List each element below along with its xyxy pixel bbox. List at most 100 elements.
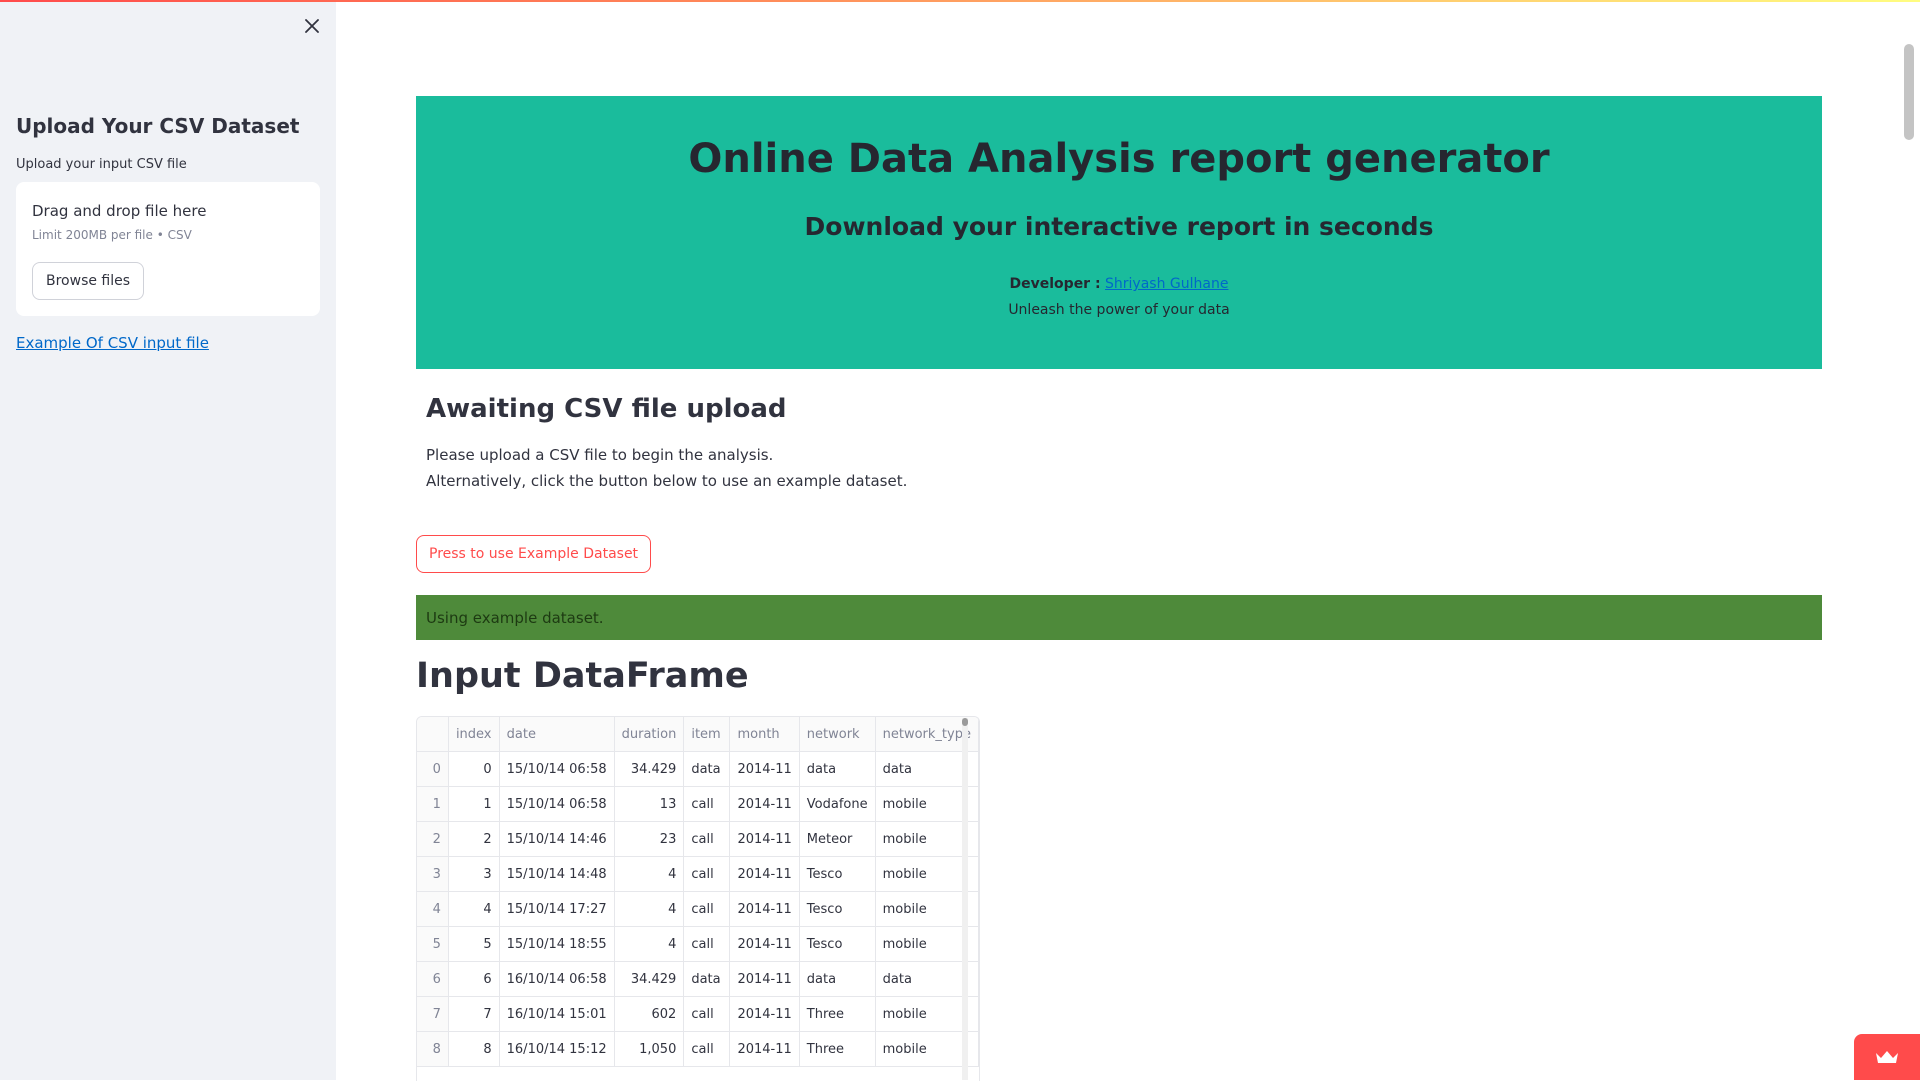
dataframe-heading: Input DataFrame xyxy=(416,656,749,696)
table-scrollbar-track[interactable] xyxy=(962,718,968,1080)
browse-files-button[interactable]: Browse files xyxy=(32,262,145,300)
cell-month[interactable]: 2014-11 xyxy=(729,926,800,962)
cell-rowindex[interactable]: 1 xyxy=(417,786,449,822)
cell-rowindex[interactable]: 2 xyxy=(417,821,449,857)
cell-item[interactable]: call xyxy=(683,891,731,927)
table-row[interactable]: 4 4 15/10/14 17:27 4 call 2014-11 Tesco mobile xyxy=(417,891,979,927)
cell-duration[interactable]: 602 xyxy=(614,996,685,1032)
awaiting-text-2: Alternatively, click the button below to… xyxy=(426,472,908,490)
cell-month[interactable]: 2014-11 xyxy=(729,891,800,927)
table-row[interactable]: 1 1 15/10/14 06:58 13 call 2014-11 Vodafone mob… xyxy=(417,786,979,822)
developer-line: Developer : Shriyash Gulhane xyxy=(416,276,1822,292)
table-row[interactable]: 3 3 15/10/14 14:48 4 call 2014-11 Tesco mobile xyxy=(417,856,979,892)
cell-index[interactable]: 3 xyxy=(448,856,500,892)
cell-month[interactable]: 2014-11 xyxy=(729,961,800,997)
sidebar: Upload Your CSV Dataset Upload your inpu… xyxy=(0,0,336,1080)
cell-month[interactable]: 2014-11 xyxy=(729,821,800,857)
cell-month[interactable]: 2014-11 xyxy=(729,751,800,787)
cell-duration[interactable]: 4 xyxy=(614,856,685,892)
column-header-item[interactable]: item xyxy=(683,717,731,752)
cell-rowindex[interactable]: 0 xyxy=(417,751,449,787)
cell-month[interactable]: 2014-11 xyxy=(729,1031,800,1067)
header-banner: Online Data Analysis report generator Do… xyxy=(416,96,1822,369)
table-scrollbar-thumb[interactable] xyxy=(962,718,968,726)
close-icon xyxy=(305,19,319,33)
cell-month[interactable]: 2014-11 xyxy=(729,856,800,892)
cell-index[interactable]: 7 xyxy=(448,996,500,1032)
cell-item[interactable]: call xyxy=(683,856,731,892)
column-header-duration[interactable]: duration xyxy=(614,717,685,752)
table-row[interactable]: 8 8 16/10/14 15:12 1,050 call 2014-11 Three mob… xyxy=(417,1031,979,1067)
cell-index[interactable]: 2 xyxy=(448,821,500,857)
cell-network[interactable]: Tesco xyxy=(799,856,876,892)
cell-network[interactable]: Three xyxy=(799,996,876,1032)
example-csv-link[interactable]: Example Of CSV input file xyxy=(16,334,209,352)
cell-date[interactable]: 15/10/14 06:58 xyxy=(499,751,615,787)
dataframe-table[interactable]: index date duration item month network n… xyxy=(416,716,980,1081)
cell-network[interactable]: data xyxy=(799,751,876,787)
cell-item[interactable]: call xyxy=(683,926,731,962)
cell-duration[interactable]: 23 xyxy=(614,821,685,857)
cell-item[interactable]: call xyxy=(683,1031,731,1067)
cell-rowindex[interactable]: 3 xyxy=(417,856,449,892)
cell-network[interactable]: data xyxy=(799,961,876,997)
cell-network[interactable]: Tesco xyxy=(799,891,876,927)
page-scrollbar-thumb[interactable] xyxy=(1904,44,1914,140)
cell-item[interactable]: call xyxy=(683,996,731,1032)
cell-rowindex[interactable]: 8 xyxy=(417,1031,449,1067)
cell-duration[interactable]: 1,050 xyxy=(614,1031,685,1067)
column-header-date[interactable]: date xyxy=(499,717,615,752)
cell-rowindex[interactable]: 7 xyxy=(417,996,449,1032)
cell-date[interactable]: 15/10/14 14:48 xyxy=(499,856,615,892)
table-row[interactable]: 5 5 15/10/14 18:55 4 call 2014-11 Tesco mobile xyxy=(417,926,979,962)
file-dropzone[interactable]: Drag and drop file here Limit 200MB per … xyxy=(16,182,320,316)
awaiting-text-1: Please upload a CSV file to begin the an… xyxy=(426,446,774,464)
cell-rowindex[interactable]: 4 xyxy=(417,891,449,927)
cell-index[interactable]: 6 xyxy=(448,961,500,997)
cell-item[interactable]: data xyxy=(683,961,731,997)
column-header-month[interactable]: month xyxy=(729,717,800,752)
column-header-network[interactable]: network xyxy=(799,717,876,752)
streamlit-badge-button[interactable] xyxy=(1854,1034,1920,1080)
cell-duration[interactable]: 34.429 xyxy=(614,751,685,787)
cell-date[interactable]: 15/10/14 14:46 xyxy=(499,821,615,857)
cell-duration[interactable]: 34.429 xyxy=(614,961,685,997)
cell-duration[interactable]: 13 xyxy=(614,786,685,822)
table-row[interactable]: 6 6 16/10/14 06:58 34.429 data 2014-11 data dat… xyxy=(417,961,979,997)
table-row[interactable]: 0 0 15/10/14 06:58 34.429 data 2014-11 data dat… xyxy=(417,751,979,787)
cell-index[interactable]: 5 xyxy=(448,926,500,962)
cell-network[interactable]: Vodafone xyxy=(799,786,876,822)
cell-duration[interactable]: 4 xyxy=(614,891,685,927)
table-row[interactable]: 7 7 16/10/14 15:01 602 call 2014-11 Three mobil… xyxy=(417,996,979,1032)
developer-label: Developer : xyxy=(1009,276,1101,292)
cell-network[interactable]: Meteor xyxy=(799,821,876,857)
cell-network[interactable]: Three xyxy=(799,1031,876,1067)
main-content: Online Data Analysis report generator Do… xyxy=(336,0,1920,1081)
developer-link[interactable]: Shriyash Gulhane xyxy=(1105,276,1228,292)
column-header-rowindex[interactable] xyxy=(417,717,449,752)
close-sidebar-button[interactable] xyxy=(300,14,324,38)
cell-rowindex[interactable]: 6 xyxy=(417,961,449,997)
cell-index[interactable]: 1 xyxy=(448,786,500,822)
cell-item[interactable]: data xyxy=(683,751,731,787)
cell-date[interactable]: 16/10/14 15:12 xyxy=(499,1031,615,1067)
cell-date[interactable]: 16/10/14 06:58 xyxy=(499,961,615,997)
column-header-index[interactable]: index xyxy=(448,717,500,752)
cell-rowindex[interactable]: 5 xyxy=(417,926,449,962)
cell-month[interactable]: 2014-11 xyxy=(729,996,800,1032)
cell-date[interactable]: 16/10/14 15:01 xyxy=(499,996,615,1032)
cell-date[interactable]: 15/10/14 17:27 xyxy=(499,891,615,927)
cell-month[interactable]: 2014-11 xyxy=(729,786,800,822)
cell-network[interactable]: Tesco xyxy=(799,926,876,962)
awaiting-heading: Awaiting CSV file upload xyxy=(426,394,787,424)
cell-date[interactable]: 15/10/14 18:55 xyxy=(499,926,615,962)
use-example-dataset-button[interactable]: Press to use Example Dataset xyxy=(416,535,652,573)
table-row[interactable]: 2 2 15/10/14 14:46 23 call 2014-11 Meteor mobil… xyxy=(417,821,979,857)
cell-index[interactable]: 4 xyxy=(448,891,500,927)
cell-date[interactable]: 15/10/14 06:58 xyxy=(499,786,615,822)
cell-index[interactable]: 0 xyxy=(448,751,500,787)
cell-item[interactable]: call xyxy=(683,786,731,822)
cell-duration[interactable]: 4 xyxy=(614,926,685,962)
cell-index[interactable]: 8 xyxy=(448,1031,500,1067)
cell-item[interactable]: call xyxy=(683,821,731,857)
